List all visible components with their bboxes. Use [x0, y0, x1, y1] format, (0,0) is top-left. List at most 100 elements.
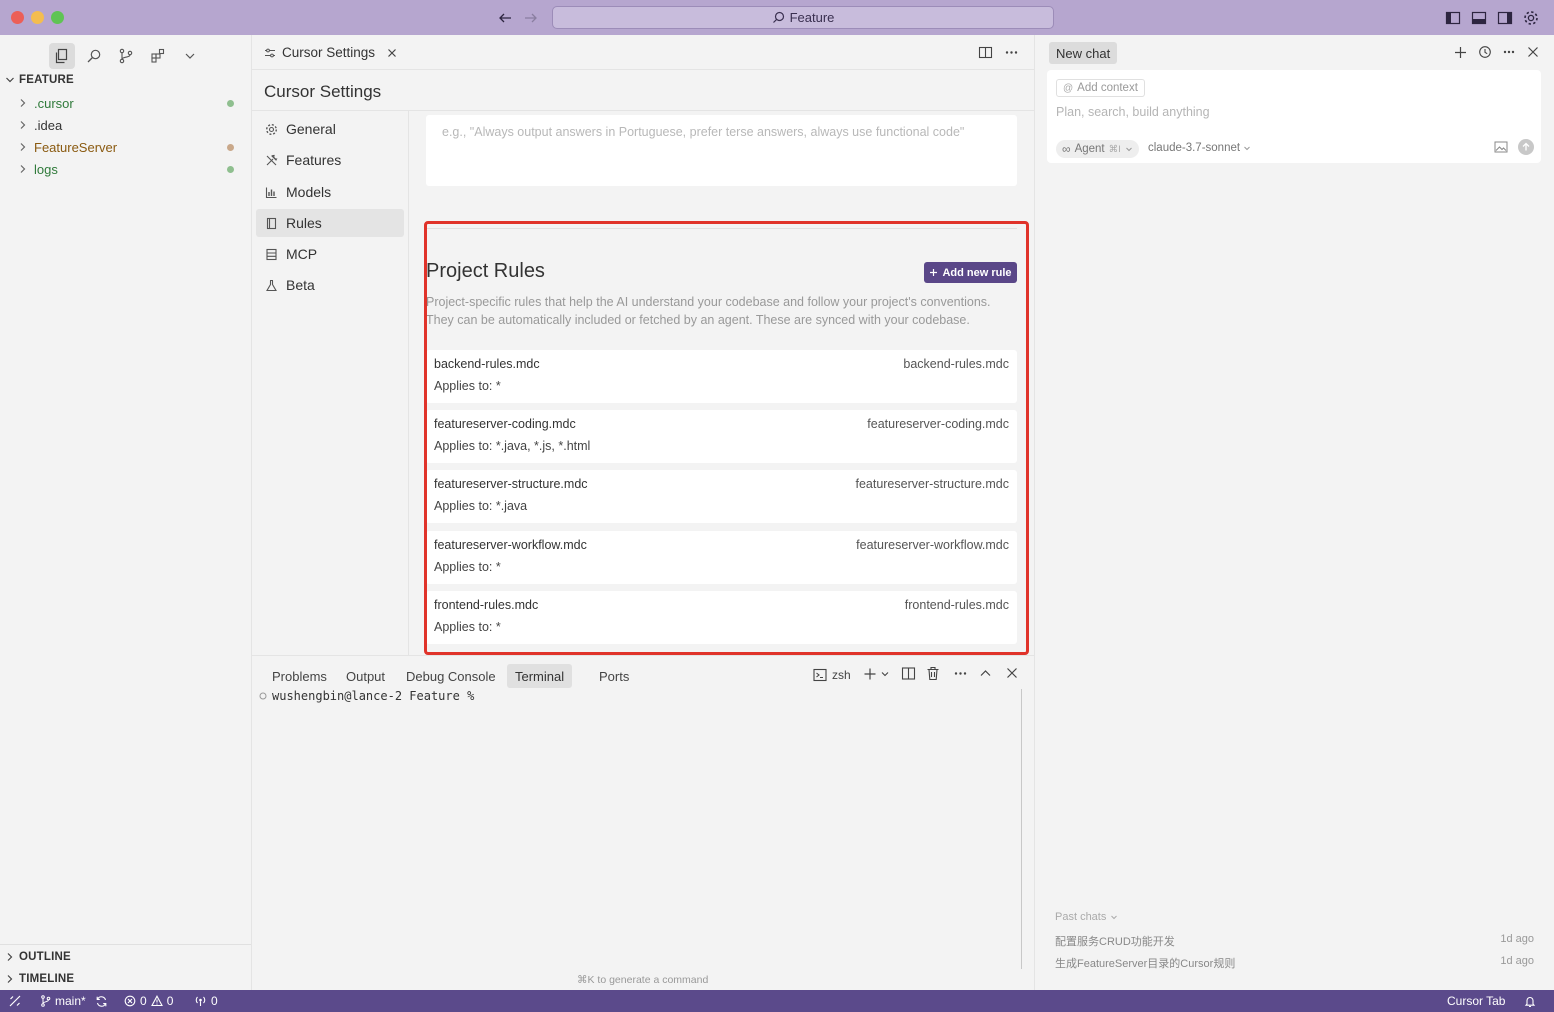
minimize-window-button[interactable] — [31, 11, 44, 24]
command-center-search[interactable]: Feature — [552, 6, 1054, 29]
terminal-shell-selector[interactable]: zsh — [813, 665, 851, 685]
trash-icon[interactable] — [926, 666, 940, 681]
timeline-section-header[interactable]: TIMELINE — [0, 968, 250, 990]
past-chat-time: 1d ago — [1500, 955, 1534, 967]
close-window-button[interactable] — [11, 11, 24, 24]
project-rules-highlight-box — [424, 221, 1029, 655]
settings-nav-models[interactable]: Models — [256, 178, 404, 206]
chevron-right-icon — [18, 98, 32, 108]
settings-nav-beta[interactable]: Beta — [256, 271, 404, 299]
divider — [0, 944, 251, 945]
error-count: 0 — [140, 994, 147, 1008]
tree-item-idea[interactable]: .idea — [0, 114, 250, 136]
past-chat-item[interactable]: 配置服务CRUD功能开发 — [1055, 933, 1175, 949]
search-icon — [772, 11, 784, 23]
source-control-icon[interactable] — [113, 43, 139, 69]
past-chat-item[interactable]: 生成FeatureServer目录的Cursor规则 — [1055, 955, 1235, 971]
tree-item-featureserver[interactable]: FeatureServer — [0, 136, 250, 158]
server-icon — [266, 248, 277, 260]
explorer-sidebar: FEATURE .cursor .idea FeatureServer logs… — [0, 35, 252, 990]
back-arrow-icon[interactable] — [496, 9, 514, 27]
chevron-down-icon[interactable] — [177, 43, 203, 69]
remote-icon[interactable] — [9, 990, 21, 1012]
terminal-icon — [813, 668, 827, 682]
arrow-up-icon — [1522, 142, 1530, 151]
terminal-scrollbar[interactable] — [1021, 689, 1022, 969]
split-terminal-icon[interactable] — [901, 666, 916, 681]
close-tab-icon[interactable] — [387, 48, 397, 58]
bell-icon[interactable] — [1524, 990, 1536, 1012]
terminal-hint: ⌘K to generate a command — [577, 974, 709, 986]
close-icon[interactable] — [1527, 46, 1539, 58]
chevron-down-icon — [1125, 147, 1132, 152]
problems-indicator[interactable]: 0 0 — [124, 990, 173, 1012]
more-actions-icon[interactable] — [1004, 45, 1019, 60]
outline-section-header[interactable]: OUTLINE — [0, 946, 250, 968]
explorer-root-header[interactable]: FEATURE — [0, 69, 250, 91]
image-upload-icon[interactable] — [1494, 141, 1508, 153]
forward-arrow-icon[interactable] — [522, 9, 540, 27]
branch-indicator[interactable]: main* — [40, 990, 108, 1012]
panel-tab-debug-console[interactable]: Debug Console — [398, 664, 504, 688]
more-actions-icon[interactable] — [953, 666, 968, 681]
settings-content: e.g., "Always output answers in Portugue… — [409, 111, 1034, 655]
gear-icon — [265, 123, 278, 135]
nav-label: General — [286, 121, 336, 137]
settings-nav-mcp[interactable]: MCP — [256, 240, 404, 268]
terminal-prompt-line[interactable]: wushengbin@lance-2 Feature % — [259, 689, 474, 703]
tree-item-logs[interactable]: logs — [0, 158, 250, 180]
editor-area: Cursor Settings Cursor Settings General … — [252, 35, 1034, 655]
plus-icon[interactable] — [1454, 46, 1467, 59]
settings-nav-general[interactable]: General — [256, 115, 404, 143]
tree-item-cursor[interactable]: .cursor — [0, 92, 250, 114]
more-actions-icon[interactable] — [1502, 45, 1516, 59]
search-label: Feature — [789, 10, 835, 25]
tab-cursor-settings[interactable]: Cursor Settings — [264, 35, 397, 70]
close-panel-icon[interactable] — [1006, 667, 1018, 679]
split-editor-icon[interactable] — [978, 45, 993, 60]
chat-input-box[interactable]: @ Add context Plan, search, build anythi… — [1047, 70, 1541, 163]
settings-nav-features[interactable]: Features — [256, 146, 404, 174]
panel-tab-problems[interactable]: Problems — [264, 664, 335, 688]
extensions-icon[interactable] — [145, 43, 171, 69]
cursor-tab-status[interactable]: Cursor Tab — [1447, 990, 1505, 1012]
new-terminal-icon[interactable] — [863, 667, 877, 681]
add-context-button[interactable]: @ Add context — [1056, 79, 1145, 97]
settings-gear-icon[interactable] — [1522, 9, 1540, 27]
tab-label: Cursor Settings — [282, 45, 376, 60]
ports-count: 0 — [211, 994, 218, 1008]
toggle-panel-icon[interactable] — [1470, 9, 1488, 27]
settings-sliders-icon — [265, 48, 275, 57]
user-rules-placeholder: e.g., "Always output answers in Portugue… — [442, 125, 965, 139]
maximize-window-button[interactable] — [51, 11, 64, 24]
send-button[interactable] — [1518, 139, 1534, 155]
modified-dot — [227, 166, 234, 173]
agent-mode-selector[interactable]: ∞ Agent ⌘I — [1056, 140, 1139, 158]
history-icon[interactable] — [1478, 45, 1492, 59]
model-selector[interactable]: claude-3.7-sonnet — [1148, 142, 1251, 154]
panel-tab-ports[interactable]: Ports — [591, 664, 637, 688]
nav-label: Beta — [286, 277, 315, 293]
settings-nav-rules[interactable]: Rules — [256, 209, 404, 237]
ports-indicator[interactable]: 0 — [194, 990, 218, 1012]
user-rules-textarea[interactable]: e.g., "Always output answers in Portugue… — [426, 115, 1017, 186]
search-icon[interactable] — [81, 43, 107, 69]
chat-input-placeholder[interactable]: Plan, search, build anything — [1056, 105, 1210, 119]
chevron-right-icon — [5, 952, 19, 962]
toggle-primary-sidebar-icon[interactable] — [1444, 9, 1462, 27]
toggle-secondary-sidebar-icon[interactable] — [1496, 9, 1514, 27]
editor-tab-bar: Cursor Settings — [252, 35, 1034, 70]
new-chat-tab[interactable]: New chat — [1049, 42, 1118, 64]
panel-tab-output[interactable]: Output — [338, 664, 393, 688]
timeline-label: TIMELINE — [19, 973, 75, 985]
panel-tab-terminal[interactable]: Terminal — [507, 664, 573, 688]
status-bar: main* 0 0 0 Cursor Tab — [0, 990, 1554, 1012]
outline-label: OUTLINE — [19, 951, 71, 963]
past-chats-header[interactable]: Past chats — [1055, 911, 1118, 923]
explorer-files-icon[interactable] — [49, 43, 75, 69]
nav-label: Rules — [286, 215, 322, 231]
maximize-panel-icon[interactable] — [979, 667, 992, 680]
add-context-label: Add context — [1077, 82, 1138, 94]
infinity-icon: ∞ — [1062, 142, 1071, 156]
chevron-down-icon[interactable] — [880, 669, 890, 679]
